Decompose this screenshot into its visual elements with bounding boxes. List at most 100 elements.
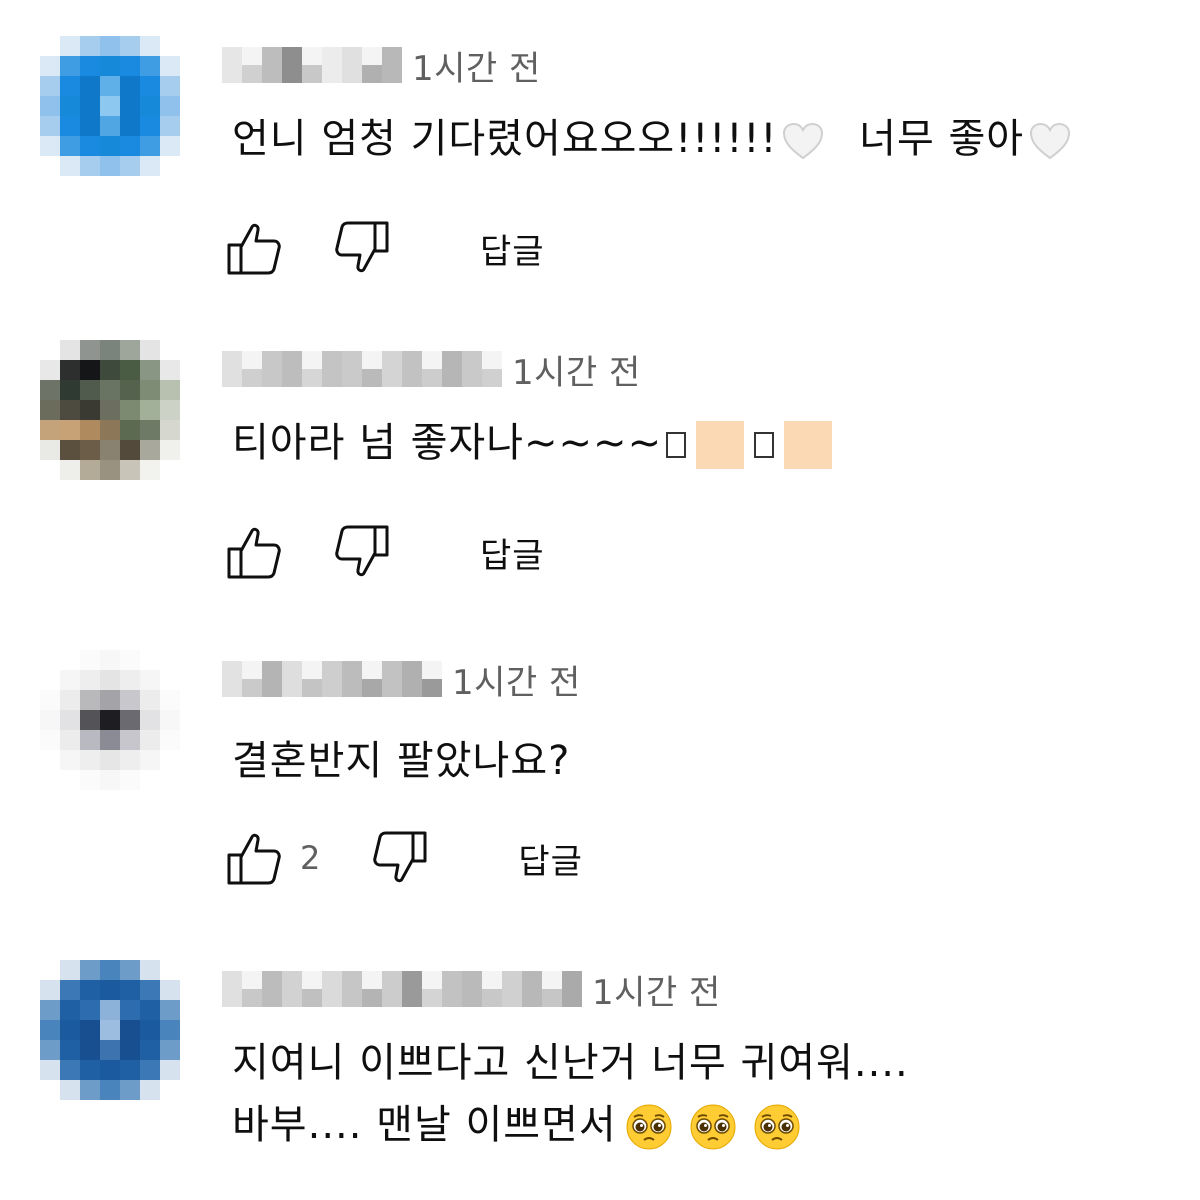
avatar-pixel	[40, 400, 60, 420]
avatar-pixel	[140, 76, 160, 96]
comment-actions: 답글	[222, 520, 545, 584]
avatar-pixel	[60, 400, 80, 420]
comment-header: 1시간 전	[222, 965, 721, 1014]
thumbs-down-icon	[335, 525, 389, 577]
name-blur-pixel	[402, 679, 422, 697]
avatar-pixel	[80, 136, 100, 156]
avatar-pixel	[80, 420, 100, 440]
avatar-pixel	[80, 730, 100, 750]
avatar-pixel	[160, 380, 180, 400]
avatar-pixel	[60, 36, 80, 56]
avatar-pixel	[160, 1060, 180, 1080]
avatar-pixel	[60, 460, 80, 480]
avatar-pixel	[120, 380, 140, 400]
avatar[interactable]	[40, 340, 180, 480]
avatar-pixel	[60, 690, 80, 710]
name-blur-pixel	[262, 351, 282, 369]
author-name-blurred[interactable]	[222, 971, 582, 1007]
comment-text-line: 지여니 이쁘다고 신난거 너무 귀여워....	[232, 1040, 909, 1086]
name-blur-pixel	[382, 65, 402, 83]
avatar-pixel	[120, 960, 140, 980]
name-blur-pixel	[482, 971, 502, 989]
comment-timestamp[interactable]: 1시간 전	[512, 345, 641, 394]
name-blur-pixel	[562, 989, 582, 1007]
avatar-pixel	[40, 730, 60, 750]
comment-text-part: 티아라 넘 좋자나~~~~	[232, 420, 663, 466]
name-blur-pixel	[242, 65, 262, 83]
avatar-pixel	[120, 1040, 140, 1060]
comment-timestamp[interactable]: 1시간 전	[592, 965, 721, 1014]
avatar-pixel	[100, 460, 120, 480]
like-button[interactable]	[222, 216, 286, 280]
avatar-pixel	[160, 360, 180, 380]
avatar-pixel	[80, 440, 100, 460]
avatar-pixel	[140, 750, 160, 770]
avatar-pixel	[160, 1040, 180, 1060]
author-name-blurred[interactable]	[222, 661, 442, 697]
avatar-pixel	[40, 1080, 60, 1100]
skin-tone-modifier-icon	[696, 421, 745, 469]
author-name-blurred[interactable]	[222, 351, 502, 387]
avatar-pixel	[120, 136, 140, 156]
avatar-pixel	[40, 76, 60, 96]
avatar-pixel	[40, 1060, 60, 1080]
name-blur-pixel	[502, 971, 522, 989]
avatar[interactable]	[40, 960, 180, 1100]
avatar-pixel	[120, 750, 140, 770]
avatar[interactable]	[40, 36, 180, 176]
avatar-pixel	[120, 76, 140, 96]
author-name-blurred[interactable]	[222, 47, 402, 83]
name-blur-pixel	[262, 661, 282, 679]
dislike-button[interactable]	[368, 826, 432, 890]
comment-text: 티아라 넘 좋자나~~~~	[232, 412, 838, 474]
like-button[interactable]	[222, 520, 286, 584]
avatar-pixel	[140, 36, 160, 56]
avatar-pixel	[160, 136, 180, 156]
avatar-pixel	[160, 76, 180, 96]
name-blur-pixel	[462, 351, 482, 369]
avatar-pixel	[140, 116, 160, 136]
avatar-pixel	[140, 1020, 160, 1040]
avatar-pixel	[120, 730, 140, 750]
avatar-pixel	[140, 1080, 160, 1100]
pleading-face-emoji-icon	[754, 1104, 800, 1150]
dislike-button[interactable]	[330, 216, 394, 280]
avatar-pixel	[120, 400, 140, 420]
avatar-pixel	[100, 770, 120, 790]
avatar-pixel	[80, 36, 100, 56]
thumbs-up-icon	[227, 223, 281, 275]
name-blur-pixel	[402, 971, 422, 989]
avatar-pixel	[40, 136, 60, 156]
avatar-pixel	[140, 730, 160, 750]
avatar-pixel	[140, 96, 160, 116]
like-button[interactable]	[222, 826, 286, 890]
name-blur-pixel	[322, 989, 342, 1007]
avatar-pixel	[160, 340, 180, 360]
dislike-button[interactable]	[330, 520, 394, 584]
comment-timestamp[interactable]: 1시간 전	[412, 41, 541, 90]
thumbs-up-icon	[227, 833, 281, 885]
name-blur-pixel	[422, 989, 442, 1007]
reply-button[interactable]: 답글	[480, 528, 545, 577]
reply-button[interactable]: 답글	[518, 834, 583, 883]
name-blur-pixel	[342, 971, 362, 989]
missing-glyph-icon	[754, 432, 775, 458]
avatar-pixel	[100, 340, 120, 360]
comment-timestamp[interactable]: 1시간 전	[452, 655, 581, 704]
thumbs-up-icon	[227, 527, 281, 579]
name-blur-pixel	[242, 351, 262, 369]
avatar[interactable]	[40, 650, 180, 790]
avatar-pixel	[160, 36, 180, 56]
name-blur-pixel	[262, 369, 282, 387]
avatar-pixel	[60, 1080, 80, 1100]
reply-button[interactable]: 답글	[480, 224, 545, 273]
avatar-pixel	[140, 650, 160, 670]
name-blur-pixel	[222, 971, 242, 989]
name-blur-pixel	[222, 989, 242, 1007]
name-blur-pixel	[382, 679, 402, 697]
name-blur-pixel	[382, 47, 402, 65]
name-blur-pixel	[242, 971, 262, 989]
name-blur-pixel	[302, 971, 322, 989]
avatar-pixel	[120, 770, 140, 790]
avatar-pixel	[80, 960, 100, 980]
